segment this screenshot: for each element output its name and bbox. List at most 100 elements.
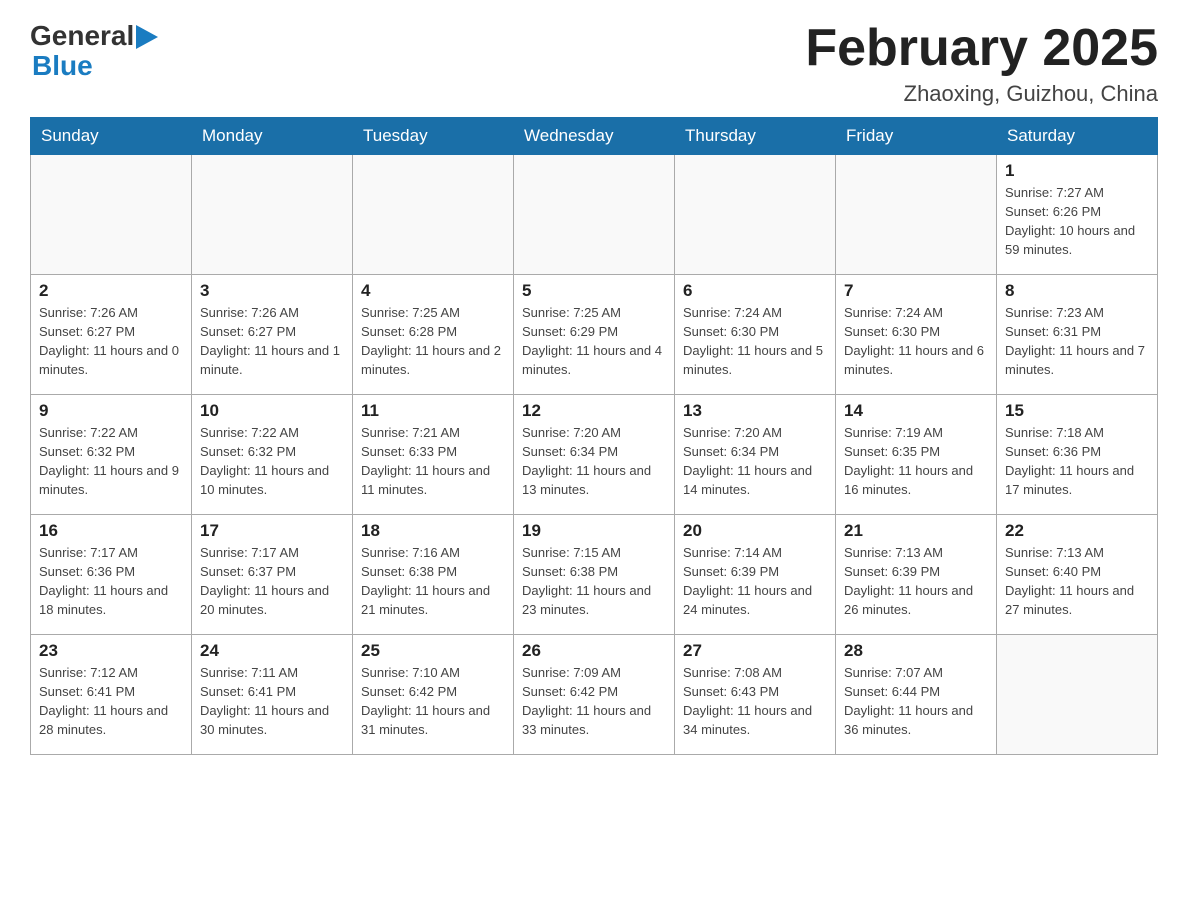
day-info: Sunrise: 7:11 AMSunset: 6:41 PMDaylight:… bbox=[200, 664, 344, 739]
table-row: 25 Sunrise: 7:10 AMSunset: 6:42 PMDayligh… bbox=[353, 635, 514, 755]
table-row: 5 Sunrise: 7:25 AMSunset: 6:29 PMDaylight… bbox=[514, 275, 675, 395]
table-row: 21 Sunrise: 7:13 AMSunset: 6:39 PMDayligh… bbox=[836, 515, 997, 635]
day-info: Sunrise: 7:16 AMSunset: 6:38 PMDaylight:… bbox=[361, 544, 505, 619]
day-info: Sunrise: 7:21 AMSunset: 6:33 PMDaylight:… bbox=[361, 424, 505, 499]
title-section: February 2025 Zhaoxing, Guizhou, China bbox=[805, 20, 1158, 107]
col-thursday: Thursday bbox=[675, 118, 836, 155]
day-number: 11 bbox=[361, 401, 505, 421]
table-row: 13 Sunrise: 7:20 AMSunset: 6:34 PMDayligh… bbox=[675, 395, 836, 515]
table-row bbox=[997, 635, 1158, 755]
table-row: 4 Sunrise: 7:25 AMSunset: 6:28 PMDaylight… bbox=[353, 275, 514, 395]
day-info: Sunrise: 7:18 AMSunset: 6:36 PMDaylight:… bbox=[1005, 424, 1149, 499]
table-row bbox=[31, 155, 192, 275]
table-row: 24Sunrise: 7:11 AMSunset: 6:41 PMDayligh… bbox=[192, 635, 353, 755]
calendar-title: February 2025 bbox=[805, 20, 1158, 77]
col-monday: Monday bbox=[192, 118, 353, 155]
day-info: Sunrise: 7:13 AMSunset: 6:40 PMDaylight:… bbox=[1005, 544, 1149, 619]
day-info: Sunrise: 7:17 AMSunset: 6:36 PMDaylight:… bbox=[39, 544, 183, 619]
table-row: 20 Sunrise: 7:14 AMSunset: 6:39 PMDayligh… bbox=[675, 515, 836, 635]
day-number: 4 bbox=[361, 281, 505, 301]
day-number: 18 bbox=[361, 521, 505, 541]
col-friday: Friday bbox=[836, 118, 997, 155]
table-row: 28 Sunrise: 7:07 AMSunset: 6:44 PMDayligh… bbox=[836, 635, 997, 755]
calendar-week-row: 23Sunrise: 7:12 AMSunset: 6:41 PMDayligh… bbox=[31, 635, 1158, 755]
col-tuesday: Tuesday bbox=[353, 118, 514, 155]
table-row: 26 Sunrise: 7:09 AMSunset: 6:42 PMDayligh… bbox=[514, 635, 675, 755]
day-info: Sunrise: 7:07 AMSunset: 6:44 PMDaylight:… bbox=[844, 664, 988, 739]
table-row: 11 Sunrise: 7:21 AMSunset: 6:33 PMDayligh… bbox=[353, 395, 514, 515]
calendar-week-row: 16 Sunrise: 7:17 AMSunset: 6:36 PMDayligh… bbox=[31, 515, 1158, 635]
day-number: 23 bbox=[39, 641, 183, 661]
location-label: Zhaoxing, Guizhou, China bbox=[805, 81, 1158, 107]
day-info: Sunrise: 7:25 AMSunset: 6:28 PMDaylight:… bbox=[361, 304, 505, 379]
table-row: 7 Sunrise: 7:24 AMSunset: 6:30 PMDaylight… bbox=[836, 275, 997, 395]
day-number: 10 bbox=[200, 401, 344, 421]
day-number: 13 bbox=[683, 401, 827, 421]
day-info: Sunrise: 7:19 AMSunset: 6:35 PMDaylight:… bbox=[844, 424, 988, 499]
table-row: 19Sunrise: 7:15 AMSunset: 6:38 PMDayligh… bbox=[514, 515, 675, 635]
day-info: Sunrise: 7:26 AMSunset: 6:27 PMDaylight:… bbox=[39, 304, 183, 379]
calendar-week-row: 1 Sunrise: 7:27 AMSunset: 6:26 PMDaylight… bbox=[31, 155, 1158, 275]
day-number: 12 bbox=[522, 401, 666, 421]
day-info: Sunrise: 7:24 AMSunset: 6:30 PMDaylight:… bbox=[844, 304, 988, 379]
table-row: 27 Sunrise: 7:08 AMSunset: 6:43 PMDayligh… bbox=[675, 635, 836, 755]
day-info: Sunrise: 7:17 AMSunset: 6:37 PMDaylight:… bbox=[200, 544, 344, 619]
day-number: 26 bbox=[522, 641, 666, 661]
day-number: 5 bbox=[522, 281, 666, 301]
calendar-header-row: Sunday Monday Tuesday Wednesday Thursday… bbox=[31, 118, 1158, 155]
day-number: 21 bbox=[844, 521, 988, 541]
table-row bbox=[675, 155, 836, 275]
table-row: 14 Sunrise: 7:19 AMSunset: 6:35 PMDayligh… bbox=[836, 395, 997, 515]
table-row: 12Sunrise: 7:20 AMSunset: 6:34 PMDayligh… bbox=[514, 395, 675, 515]
table-row: 8Sunrise: 7:23 AMSunset: 6:31 PMDaylight… bbox=[997, 275, 1158, 395]
day-number: 16 bbox=[39, 521, 183, 541]
table-row: 22 Sunrise: 7:13 AMSunset: 6:40 PMDayligh… bbox=[997, 515, 1158, 635]
calendar-week-row: 2 Sunrise: 7:26 AMSunset: 6:27 PMDaylight… bbox=[31, 275, 1158, 395]
day-number: 28 bbox=[844, 641, 988, 661]
day-info: Sunrise: 7:22 AMSunset: 6:32 PMDaylight:… bbox=[200, 424, 344, 499]
day-info: Sunrise: 7:25 AMSunset: 6:29 PMDaylight:… bbox=[522, 304, 666, 379]
day-info: Sunrise: 7:10 AMSunset: 6:42 PMDaylight:… bbox=[361, 664, 505, 739]
day-number: 19 bbox=[522, 521, 666, 541]
table-row: 1 Sunrise: 7:27 AMSunset: 6:26 PMDaylight… bbox=[997, 155, 1158, 275]
table-row bbox=[353, 155, 514, 275]
day-number: 1 bbox=[1005, 161, 1149, 181]
logo-general-text: General bbox=[30, 20, 134, 52]
table-row: 3Sunrise: 7:26 AMSunset: 6:27 PMDaylight… bbox=[192, 275, 353, 395]
table-row: 10 Sunrise: 7:22 AMSunset: 6:32 PMDayligh… bbox=[192, 395, 353, 515]
day-info: Sunrise: 7:13 AMSunset: 6:39 PMDaylight:… bbox=[844, 544, 988, 619]
day-number: 9 bbox=[39, 401, 183, 421]
table-row: 6 Sunrise: 7:24 AMSunset: 6:30 PMDaylight… bbox=[675, 275, 836, 395]
calendar-week-row: 9 Sunrise: 7:22 AMSunset: 6:32 PMDaylight… bbox=[31, 395, 1158, 515]
table-row: 2 Sunrise: 7:26 AMSunset: 6:27 PMDaylight… bbox=[31, 275, 192, 395]
table-row bbox=[514, 155, 675, 275]
logo-arrow-icon bbox=[136, 25, 158, 49]
day-info: Sunrise: 7:08 AMSunset: 6:43 PMDaylight:… bbox=[683, 664, 827, 739]
table-row bbox=[836, 155, 997, 275]
day-number: 14 bbox=[844, 401, 988, 421]
table-row: 23Sunrise: 7:12 AMSunset: 6:41 PMDayligh… bbox=[31, 635, 192, 755]
day-info: Sunrise: 7:22 AMSunset: 6:32 PMDaylight:… bbox=[39, 424, 183, 499]
day-info: Sunrise: 7:14 AMSunset: 6:39 PMDaylight:… bbox=[683, 544, 827, 619]
table-row: 16 Sunrise: 7:17 AMSunset: 6:36 PMDayligh… bbox=[31, 515, 192, 635]
day-number: 22 bbox=[1005, 521, 1149, 541]
day-number: 7 bbox=[844, 281, 988, 301]
calendar-table: Sunday Monday Tuesday Wednesday Thursday… bbox=[30, 117, 1158, 755]
day-number: 6 bbox=[683, 281, 827, 301]
table-row: 17 Sunrise: 7:17 AMSunset: 6:37 PMDayligh… bbox=[192, 515, 353, 635]
day-number: 2 bbox=[39, 281, 183, 301]
day-number: 27 bbox=[683, 641, 827, 661]
table-row: 18 Sunrise: 7:16 AMSunset: 6:38 PMDayligh… bbox=[353, 515, 514, 635]
table-row: 9 Sunrise: 7:22 AMSunset: 6:32 PMDaylight… bbox=[31, 395, 192, 515]
day-info: Sunrise: 7:24 AMSunset: 6:30 PMDaylight:… bbox=[683, 304, 827, 379]
col-saturday: Saturday bbox=[997, 118, 1158, 155]
day-info: Sunrise: 7:20 AMSunset: 6:34 PMDaylight:… bbox=[683, 424, 827, 499]
col-wednesday: Wednesday bbox=[514, 118, 675, 155]
day-number: 17 bbox=[200, 521, 344, 541]
day-info: Sunrise: 7:09 AMSunset: 6:42 PMDaylight:… bbox=[522, 664, 666, 739]
day-info: Sunrise: 7:27 AMSunset: 6:26 PMDaylight:… bbox=[1005, 184, 1149, 259]
day-number: 20 bbox=[683, 521, 827, 541]
day-info: Sunrise: 7:23 AMSunset: 6:31 PMDaylight:… bbox=[1005, 304, 1149, 379]
table-row: 15Sunrise: 7:18 AMSunset: 6:36 PMDayligh… bbox=[997, 395, 1158, 515]
day-number: 25 bbox=[361, 641, 505, 661]
